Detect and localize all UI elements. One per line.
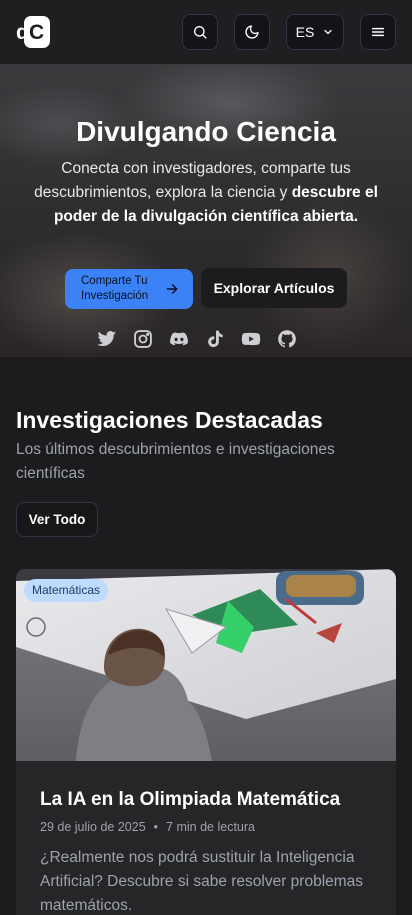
discord-icon[interactable]: [169, 329, 189, 349]
article-title[interactable]: La IA en la Olimpiada Matemática: [40, 789, 340, 811]
featured-title: Investigaciones Destacadas: [16, 407, 323, 433]
share-research-button[interactable]: Comparte Tu Investigación: [65, 269, 193, 309]
github-icon[interactable]: [277, 329, 297, 349]
social-links: [97, 329, 297, 349]
article-date: 29 de julio de 2025: [40, 820, 146, 834]
hero-subtitle: Conecta con investigadores, comparte tus…: [30, 157, 382, 229]
tiktok-icon[interactable]: [205, 329, 225, 349]
header-actions: ES: [182, 14, 396, 50]
menu-button[interactable]: [360, 14, 396, 50]
article-card[interactable]: Matemáticas La IA en la Olimpiada Matemá…: [16, 569, 396, 915]
article-description: ¿Realmente nos podrá sustituir la Inteli…: [40, 849, 364, 914]
explore-articles-button[interactable]: Explorar Artículos: [201, 268, 347, 308]
category-tag[interactable]: Matemáticas: [24, 579, 109, 602]
theme-toggle-button[interactable]: [234, 14, 270, 50]
twitter-icon[interactable]: [97, 329, 117, 349]
menu-icon: [371, 27, 385, 37]
instagram-icon[interactable]: [133, 329, 153, 349]
language-select[interactable]: ES: [286, 14, 344, 50]
meta-separator: •: [153, 820, 159, 834]
moon-icon: [245, 25, 259, 39]
logo-letter-d: d: [16, 21, 29, 44]
share-research-label: Comparte Tu Investigación: [81, 275, 149, 302]
youtube-icon[interactable]: [241, 329, 261, 349]
arrow-right-icon: [166, 284, 178, 294]
view-all-button[interactable]: Ver Todo: [16, 502, 98, 537]
hero-title: Divulgando Ciencia: [76, 116, 336, 147]
article-image: Matemáticas: [16, 569, 396, 761]
top-header: d C ES: [0, 0, 412, 64]
featured-subtitle: Los últimos descubrimientos e investigac…: [16, 441, 335, 482]
language-value: ES: [295, 24, 315, 40]
search-button[interactable]: [182, 14, 218, 50]
article-meta: 29 de julio de 2025 • 7 min de lectura: [40, 820, 255, 834]
article-read-time: 7 min de lectura: [166, 820, 255, 834]
site-logo[interactable]: d C: [16, 15, 50, 49]
logo-letter-c: C: [29, 21, 45, 44]
search-icon: [194, 26, 207, 39]
chevron-down-icon: [324, 29, 332, 35]
hero-section: Divulgando Ciencia Conecta con investiga…: [0, 64, 412, 357]
